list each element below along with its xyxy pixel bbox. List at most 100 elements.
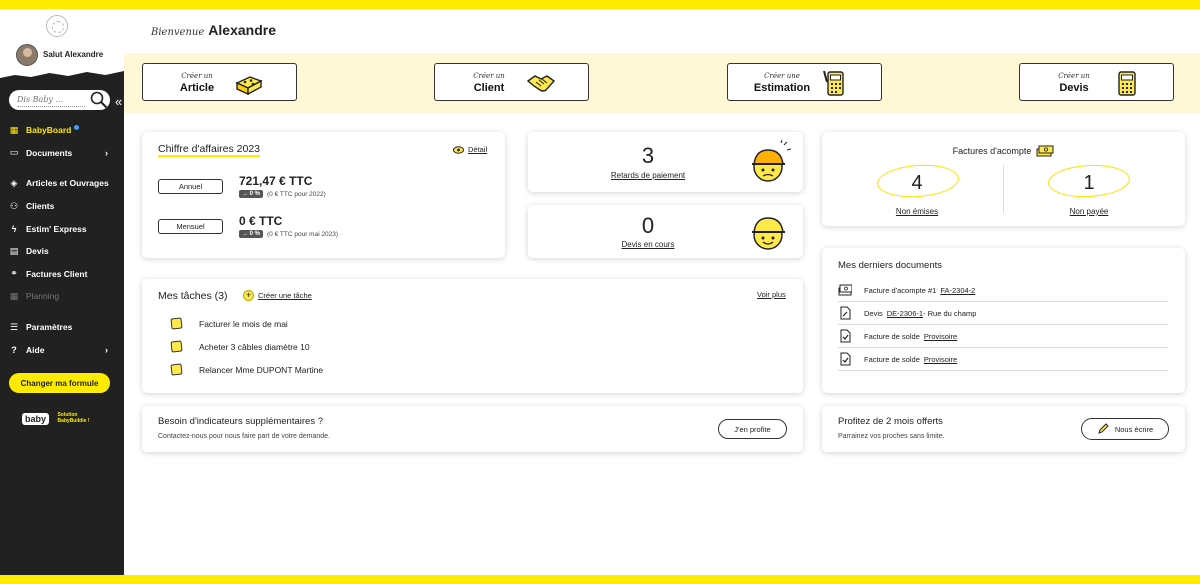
contact-us-button[interactable]: Nous écrire (1081, 418, 1169, 440)
notification-dot (74, 124, 80, 130)
detail-link[interactable]: Détail (453, 145, 487, 154)
money-stack-icon (838, 284, 852, 296)
quotes-open-card[interactable]: 0 Devis en cours (528, 205, 803, 258)
document-icon: ▤ (9, 245, 19, 256)
sidebar-item-label: Factures Client (26, 268, 88, 279)
sidebar-item-babyboard[interactable]: ▦ BabyBoard (0, 119, 124, 142)
brand-tagline: Solution BabyBuildie ! (57, 411, 90, 424)
sidebar-item-parametres[interactable]: ☰ Paramètres (0, 316, 124, 339)
sidebar-item-clients[interactable]: ⚇ Clients (0, 195, 124, 218)
search-icon[interactable] (89, 90, 109, 110)
tasks-title: Mes tâches (3) (158, 290, 228, 302)
chevron-right-icon: › (105, 147, 108, 158)
sidebar-item-factures-client[interactable]: ⚭ Factures Client (0, 263, 124, 286)
divider (1003, 165, 1004, 213)
sidebar-item-devis[interactable]: ▤ Devis (0, 240, 124, 263)
worker-helmet-smile-icon (752, 217, 785, 250)
search-box (9, 90, 110, 110)
money-stack-icon (1036, 145, 1054, 157)
logo-icon[interactable] (46, 15, 68, 37)
tab-annual[interactable]: Annuel (158, 179, 223, 194)
sidebar-item-estim-express[interactable]: ϟ Estim' Express (0, 217, 124, 240)
sidebar-header: Salut Alexandre (0, 9, 124, 81)
sidebar-item-label: Aide (26, 344, 45, 355)
sliders-icon: ☰ (9, 321, 19, 332)
sidebar-nav: ▦ BabyBoard ▭ Documents › ◈ Articles et … (0, 119, 124, 361)
sidebar-item-label: Paramètres (26, 322, 73, 333)
search-input[interactable] (17, 93, 85, 107)
annual-value: 721,47 € TTC (239, 174, 313, 188)
pencil-icon (1098, 423, 1109, 434)
sidebar-item-articles[interactable]: ◈ Articles et Ouvrages (0, 172, 124, 195)
sidebar-item-label: Planning (26, 291, 60, 302)
welcome-text: Bienvenue (151, 27, 205, 38)
avatar[interactable] (16, 44, 38, 66)
task-note-icon[interactable] (170, 363, 183, 376)
task-note-icon[interactable] (170, 317, 183, 330)
bottom-accent-bar (0, 575, 1200, 584)
document-check-icon (840, 329, 851, 343)
unpaid-link[interactable]: Non payée (1049, 207, 1129, 216)
not-issued-link[interactable]: Non émises (877, 207, 957, 216)
calendar-icon: ▦ (9, 290, 19, 301)
create-estimation-button[interactable]: Créer une Estimation (727, 63, 882, 101)
worker-helmet-icon (752, 140, 792, 182)
bolt-icon: ϟ (11, 223, 17, 234)
monthly-comparison: → 0 % (0 € TTC pour mai 2023) (239, 230, 338, 238)
tasks-card: Mes tâches (3) + Créer une tâche Voir pl… (142, 279, 803, 393)
see-more-link[interactable]: Voir plus (757, 290, 786, 299)
late-payments-link[interactable]: Retards de paiement (528, 171, 768, 180)
indicators-card: Besoin d'indicateurs supplémentaires ? C… (142, 406, 803, 452)
quotes-open-link[interactable]: Devis en cours (528, 240, 768, 249)
create-task-link[interactable]: + Créer une tâche (243, 290, 312, 301)
late-payments-card[interactable]: 3 Retards de paiement (528, 132, 803, 192)
unpaid-count: 1 (1083, 172, 1095, 194)
deposit-invoices-title: Factures d'acompte (822, 145, 1185, 157)
claim-offer-button[interactable]: J'en profite (718, 419, 787, 439)
referral-title: Profitez de 2 mois offerts (838, 416, 943, 427)
document-pen-icon (840, 306, 851, 320)
sidebar-item-label: Devis (26, 246, 49, 257)
eye-icon (453, 145, 464, 154)
indicators-title: Besoin d'indicateurs supplémentaires ? (158, 416, 323, 427)
revenue-title: Chiffre d'affaires 2023 (158, 143, 261, 157)
sidebar-item-planning: ▦ Planning (0, 285, 124, 308)
brand-name: baby (22, 413, 50, 425)
chevron-right-icon: › (105, 344, 108, 355)
grid-icon: ▦ (9, 124, 19, 135)
help-icon: ? (11, 344, 17, 355)
sidebar-item-label: BabyBoard (26, 125, 72, 136)
document-row[interactable]: Facture de solde Provisoire (838, 348, 1168, 371)
create-devis-button[interactable]: Créer un Devis (1019, 63, 1174, 101)
create-article-button[interactable]: Créer un Article (142, 63, 297, 101)
latest-documents-title: Mes derniers documents (838, 260, 943, 271)
brand-logo: baby Solution BabyBuildie ! (22, 409, 89, 427)
document-row[interactable]: Facture de solde Provisoire (838, 325, 1168, 348)
tab-monthly[interactable]: Mensuel (158, 219, 223, 234)
sidebar-item-aide[interactable]: ? Aide › (0, 338, 124, 361)
document-row[interactable]: Devis DE-2306-1 - Rue du champ (838, 302, 1168, 325)
task-item[interactable]: Acheter 3 câbles diamètre 10 (199, 342, 310, 352)
top-accent-bar (0, 0, 1200, 9)
task-note-icon[interactable] (170, 340, 183, 353)
handshake-icon (526, 75, 556, 92)
collapse-sidebar-icon[interactable]: « (115, 94, 122, 109)
indicators-text: Contactez-nous pour nous faire part de v… (158, 433, 330, 440)
document-link[interactable]: Provisoire (924, 332, 957, 341)
create-client-button[interactable]: Créer un Client (434, 63, 589, 101)
revenue-card: Chiffre d'affaires 2023 Détail Annuel 72… (142, 132, 505, 258)
not-issued-count: 4 (911, 172, 923, 194)
change-plan-button[interactable]: Changer ma formule (9, 373, 110, 393)
document-link[interactable]: FA-2304-2 (940, 286, 975, 295)
task-item[interactable]: Facturer le mois de mai (199, 319, 288, 329)
document-row[interactable]: Facture d'acompte #1 FA-2304-2 (838, 279, 1168, 302)
referral-card: Profitez de 2 mois offerts Parrainez vos… (822, 406, 1185, 452)
calculator-pencil-icon (823, 70, 844, 96)
trend-badge: → 0 % (239, 190, 264, 198)
document-link[interactable]: Provisoire (924, 355, 957, 364)
document-link[interactable]: DE-2306-1 (887, 309, 923, 318)
sidebar-item-label: Documents (26, 147, 73, 158)
brick-icon (235, 76, 263, 96)
task-item[interactable]: Relancer Mme DUPONT Martine (199, 365, 323, 375)
sidebar-item-documents[interactable]: ▭ Documents › (0, 142, 124, 165)
